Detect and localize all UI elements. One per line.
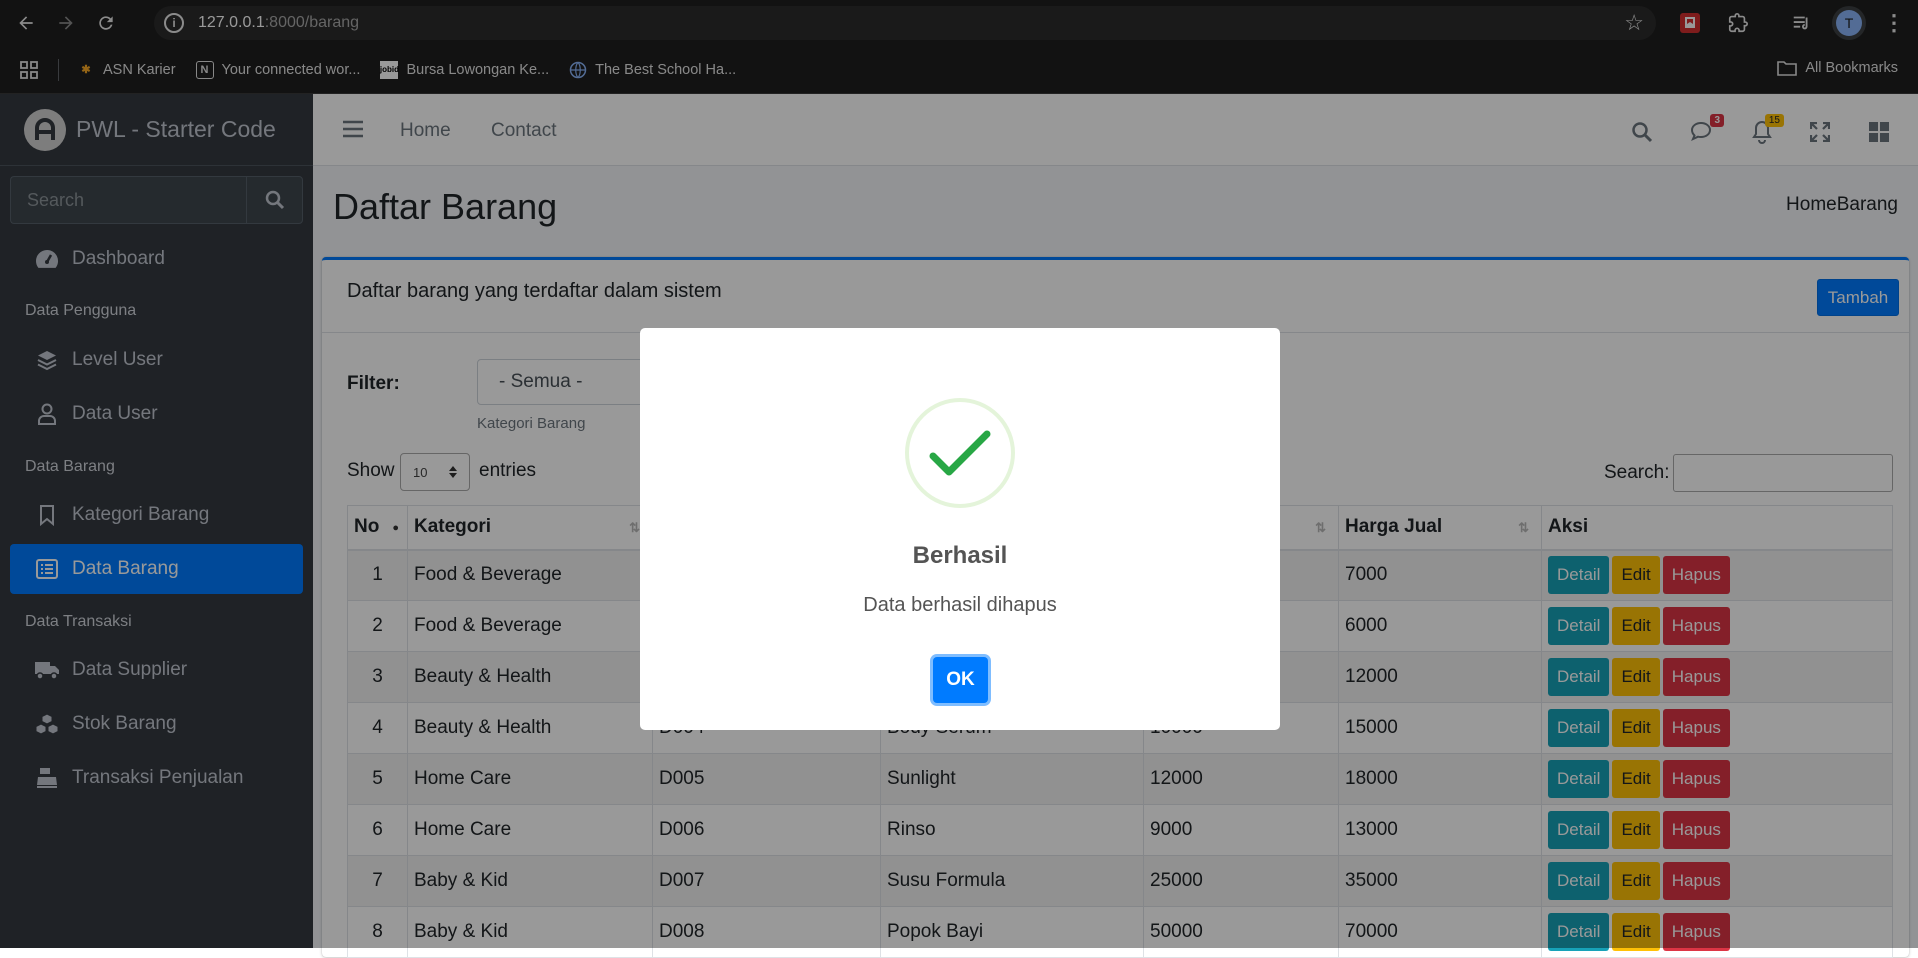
ok-button[interactable]: OK	[933, 657, 988, 703]
dialog-message: Data berhasil dihapus	[863, 594, 1057, 616]
success-dialog: Berhasil Data berhasil dihapus OK	[640, 328, 1280, 730]
success-check-icon	[905, 398, 1015, 508]
modal-backdrop[interactable]: Berhasil Data berhasil dihapus OK	[0, 0, 1918, 948]
dialog-title: Berhasil	[912, 542, 1008, 569]
